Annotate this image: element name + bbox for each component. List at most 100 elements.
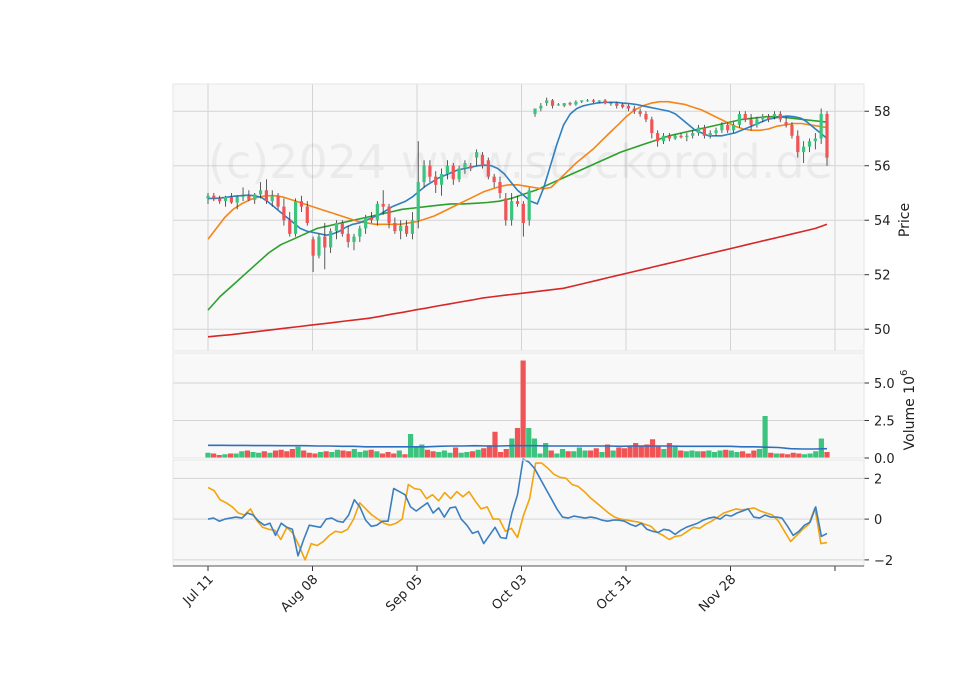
volume-bar (464, 452, 470, 458)
candle-body (445, 165, 450, 174)
price-panel-background (173, 84, 864, 351)
volume-bar (481, 448, 487, 458)
volume-tick-label: 0.0 (874, 452, 895, 467)
candle-body (241, 195, 245, 198)
volume-bar (537, 453, 543, 458)
candle-body (311, 239, 315, 256)
candle-body (469, 165, 473, 169)
volume-bar (768, 452, 774, 458)
volume-bar (751, 450, 757, 458)
volume-bar (278, 449, 284, 458)
stock-chart-svg: (c)2024 www.stockoroid.de Price Volume 1… (172, 83, 918, 615)
volume-bar (503, 449, 509, 458)
price-tick-label: 54 (874, 214, 891, 229)
candle-body (772, 113, 777, 117)
volume-bar (441, 450, 447, 458)
volume-bar (261, 451, 267, 458)
volume-bar (683, 451, 689, 458)
candle-body (796, 135, 800, 153)
volume-bar (469, 451, 476, 458)
price-axis-label: Price (897, 203, 913, 237)
candle-body (545, 100, 549, 104)
candle-body (731, 124, 736, 131)
volume-bar (357, 452, 363, 458)
volume-bar (588, 450, 594, 458)
volume-bar (453, 447, 459, 458)
x-tick-label: Oct 03 (489, 572, 530, 613)
candle-body (375, 203, 379, 221)
candle-body (515, 201, 520, 204)
candle-body (218, 198, 222, 202)
candle-body (650, 119, 654, 134)
volume-bar (779, 453, 785, 458)
volume-tick-label: 2.5 (874, 415, 895, 430)
candle-body (667, 135, 671, 139)
volume-tick-label: 5.0 (874, 377, 895, 392)
volume-bar (728, 450, 734, 458)
volume-bar (576, 447, 582, 458)
candle-body (486, 160, 490, 177)
volume-bar (762, 416, 768, 458)
volume-bar (599, 452, 605, 458)
price-tick-label: 52 (874, 269, 891, 284)
candle-body (334, 222, 339, 232)
volume-bar (678, 450, 684, 458)
volume-bar (717, 450, 723, 458)
volume-bar (498, 452, 504, 458)
volume-bar (211, 453, 217, 458)
volume-bar (649, 439, 656, 458)
volume-bar (813, 451, 819, 458)
candle-body (416, 182, 420, 221)
volume-bar (824, 452, 830, 458)
volume-bar (295, 446, 301, 458)
volume-bar (227, 453, 234, 458)
volume-bar (447, 452, 453, 458)
chart-figure: (c)2024 www.stockoroid.de Price Volume 1… (0, 0, 960, 690)
volume-bar (565, 451, 571, 458)
candle-body (767, 116, 771, 120)
candle-body (223, 197, 228, 202)
candle-body (439, 173, 444, 185)
candle-body (422, 165, 426, 183)
volume-bar (385, 452, 391, 458)
candle-body (358, 228, 362, 237)
candle-body (813, 138, 817, 142)
volume-bar (222, 454, 228, 458)
candle-body (755, 119, 759, 125)
candle-body (696, 127, 701, 134)
volume-bar (807, 453, 813, 458)
candle-body (679, 135, 683, 138)
candle-body (258, 190, 263, 195)
candle-body (591, 100, 596, 102)
oscillator-panel-background (173, 460, 864, 566)
price-tick-label: 50 (874, 323, 891, 338)
volume-bar (773, 453, 779, 458)
candle-body (369, 217, 374, 221)
candle-body (673, 135, 677, 139)
candle-body (714, 130, 718, 134)
candle-body (802, 146, 806, 153)
candle-body (626, 105, 631, 109)
candle-body (247, 195, 251, 200)
price-tick-label: 56 (874, 160, 891, 175)
candle-body (737, 113, 742, 125)
volume-bar (306, 452, 312, 458)
volume-bar (723, 449, 729, 458)
candle-body (568, 103, 572, 105)
oscillator-tick-label: −2 (874, 554, 893, 569)
volume-bar (531, 438, 537, 458)
volume-bar (379, 453, 386, 458)
volume-axis-label-exponent: 6 (899, 370, 910, 376)
volume-bar (520, 360, 526, 458)
volume-bar (424, 449, 431, 458)
candle-body (825, 113, 829, 158)
volume-bar (582, 450, 588, 458)
volume-bar (756, 449, 763, 458)
candle-body (632, 108, 636, 112)
candle-body (720, 124, 724, 131)
volume-bar (312, 453, 318, 458)
volume-bar (368, 449, 374, 458)
candle-body (656, 133, 660, 142)
volume-bar (374, 451, 380, 458)
candle-body (282, 206, 286, 221)
